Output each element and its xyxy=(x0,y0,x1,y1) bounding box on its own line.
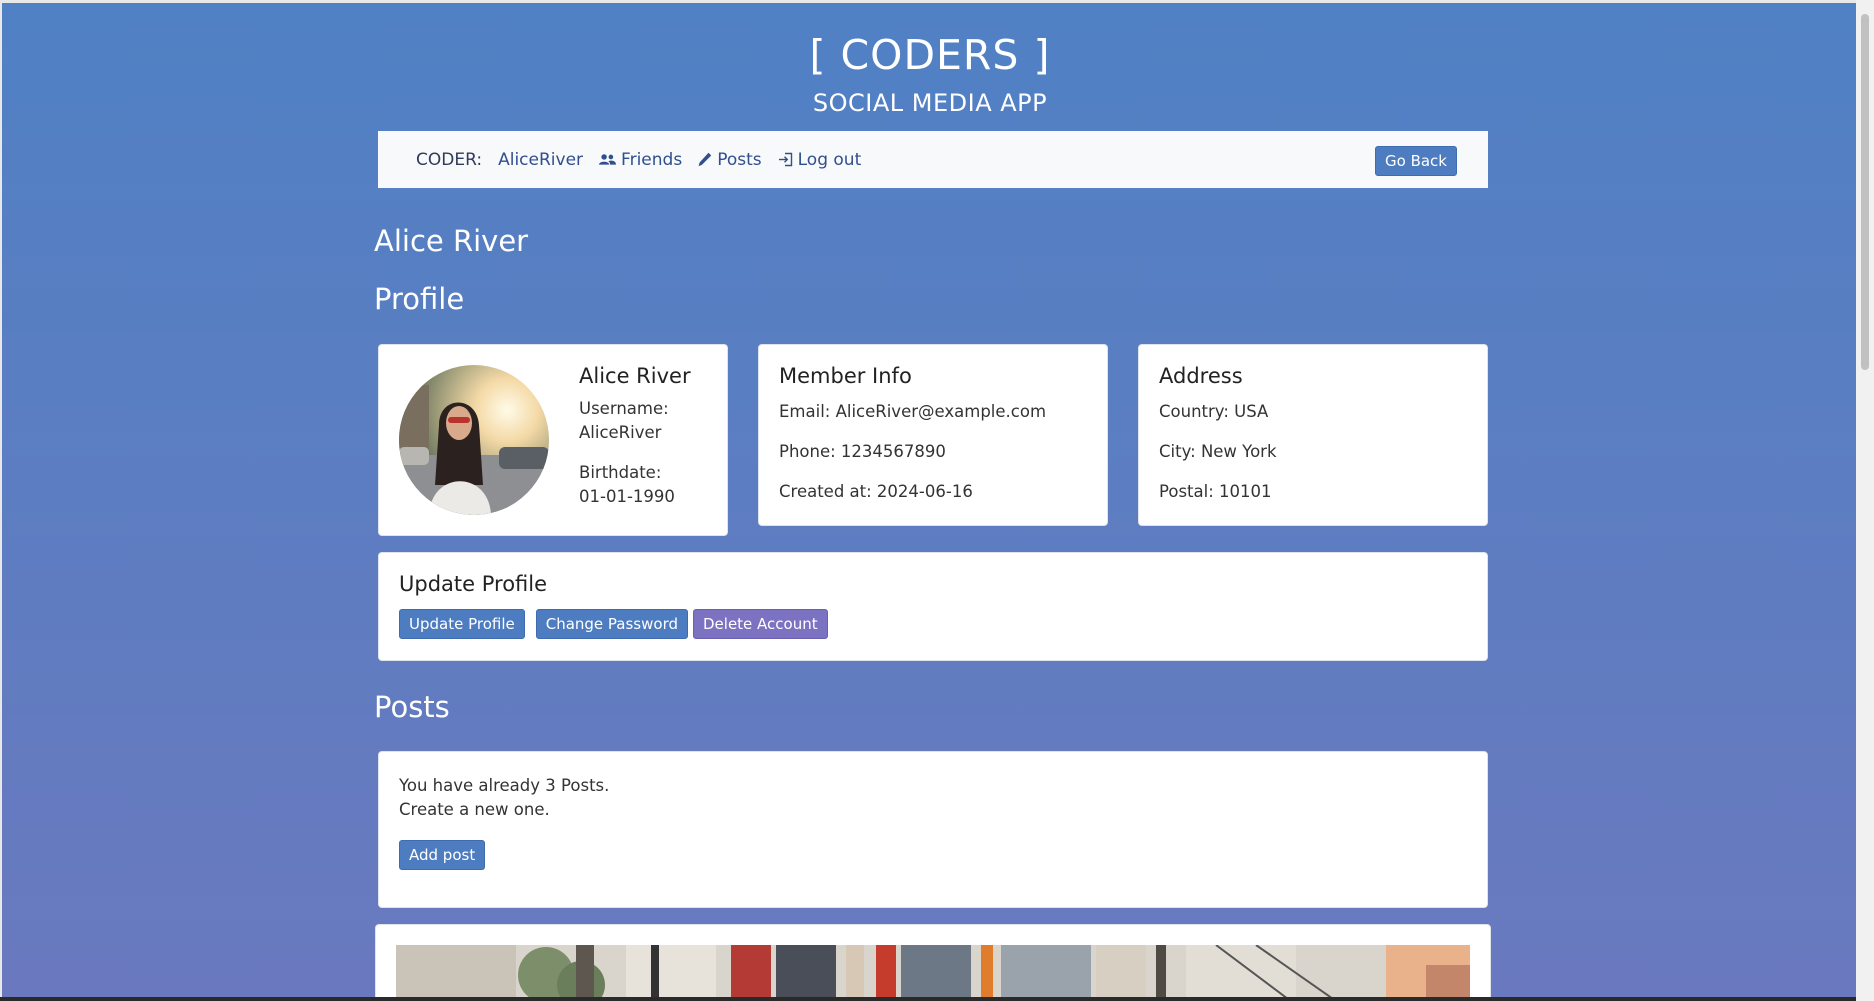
birthdate-label: Birthdate: xyxy=(579,463,662,482)
address-postal: Postal: 10101 xyxy=(1159,482,1272,501)
go-back-button[interactable]: Go Back xyxy=(1375,146,1457,176)
nav-friends-label: Friends xyxy=(621,149,683,170)
update-profile-title: Update Profile xyxy=(399,572,548,596)
nav-logout-link[interactable]: Log out xyxy=(778,149,862,170)
address-title: Address xyxy=(1159,364,1243,388)
posts-summary-card: You have already 3 Posts. Create a new o… xyxy=(378,751,1488,908)
site-title: [ CODERS ] xyxy=(809,31,1051,79)
post-card xyxy=(375,924,1491,997)
posts-count-text: You have already 3 Posts. xyxy=(399,776,610,795)
posts-create-text: Create a new one. xyxy=(399,800,550,819)
address-card: Address Country: USA City: New York Post… xyxy=(1138,344,1488,526)
coder-label: CODER: xyxy=(416,149,483,170)
nav-logout-label: Log out xyxy=(797,149,862,170)
address-country: Country: USA xyxy=(1159,402,1269,421)
users-icon xyxy=(599,154,617,165)
profile-name: Alice River xyxy=(579,364,691,388)
delete-account-button[interactable]: Delete Account xyxy=(693,609,828,639)
scrollbar-thumb[interactable] xyxy=(1861,14,1869,370)
update-profile-button[interactable]: Update Profile xyxy=(399,609,525,639)
logout-icon xyxy=(778,152,792,167)
update-profile-card: Update Profile Update Profile Change Pas… xyxy=(378,552,1488,661)
page-viewport: [ CODERS ] SOCIAL MEDIA APP CODER: Alice… xyxy=(0,0,1856,997)
member-email: Email: AliceRiver@example.com xyxy=(779,402,1047,421)
member-created: Created at: 2024-06-16 xyxy=(779,482,973,501)
change-password-button[interactable]: Change Password xyxy=(535,609,688,639)
nav-posts-label: Posts xyxy=(717,149,762,170)
nav-username-link[interactable]: AliceRiver xyxy=(498,150,583,170)
vertical-scrollbar[interactable] xyxy=(1856,0,1874,1001)
add-post-button[interactable]: Add post xyxy=(399,840,486,870)
birthdate-block: Birthdate: 01-01-1990 xyxy=(579,461,675,509)
birthdate-value: 01-01-1990 xyxy=(579,487,675,506)
user-name-heading: Alice River xyxy=(374,224,529,258)
navbar: CODER: AliceRiver Friends Posts Log out xyxy=(378,131,1488,188)
posts-summary-text: You have already 3 Posts. Create a new o… xyxy=(399,774,609,822)
update-profile-actions: Update Profile Change Password Delete Ac… xyxy=(399,609,828,639)
pencil-icon xyxy=(698,152,712,167)
member-info-title: Member Info xyxy=(779,364,912,388)
member-info-card: Member Info Email: AliceRiver@example.co… xyxy=(758,344,1108,526)
profile-heading: Profile xyxy=(374,282,465,316)
address-city: City: New York xyxy=(1159,442,1277,461)
profile-card: Alice River Username: AliceRiver Birthda… xyxy=(378,344,728,536)
nav-posts-link[interactable]: Posts xyxy=(698,149,762,170)
nav-friends-link[interactable]: Friends xyxy=(599,150,682,170)
member-phone: Phone: 1234567890 xyxy=(779,442,946,461)
posts-heading: Posts xyxy=(374,690,450,724)
bottom-edge xyxy=(0,997,1856,1001)
avatar xyxy=(399,365,549,515)
post-image xyxy=(396,945,1470,997)
username-label: Username: xyxy=(579,399,669,418)
username-value: AliceRiver xyxy=(579,423,662,442)
site-subtitle: SOCIAL MEDIA APP xyxy=(812,89,1048,117)
username-block: Username: AliceRiver xyxy=(579,397,669,445)
